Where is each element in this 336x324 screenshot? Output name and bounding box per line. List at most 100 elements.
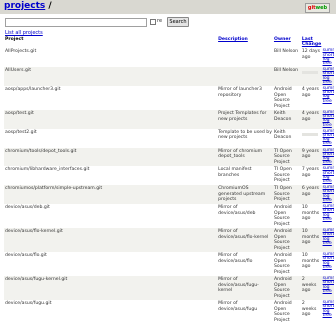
column-description-label[interactable]: Description xyxy=(218,37,248,42)
row-link-tree[interactable]: tree xyxy=(323,99,333,104)
last-change-cell: 9 years ago xyxy=(300,147,322,167)
last-change-text: 10 months ago xyxy=(301,253,320,270)
last-change-cell: 10 months ago xyxy=(300,204,322,229)
table-row[interactable]: AllProjects.git Bill Nelson 12 days ago sum… xyxy=(4,48,334,68)
last-change-cell: 10 months ago xyxy=(300,252,322,277)
row-link-tree[interactable]: tree xyxy=(323,80,333,85)
project-cell[interactable]: device/asus/flo.git xyxy=(4,252,218,277)
description-cell: Project Templates for new projects xyxy=(217,110,273,129)
row-links-cell: summaryshortloglogtree xyxy=(321,67,334,87)
project-cell[interactable]: chromiumos/platform/simple-upstream.git xyxy=(4,185,218,205)
description-cell: Mirror of device/asus/fugu xyxy=(217,300,273,324)
column-header-owner[interactable]: Owner xyxy=(273,36,301,48)
column-owner-label[interactable]: Owner xyxy=(274,37,291,42)
search-button[interactable]: Search xyxy=(167,17,189,27)
last-change-text: 2 weeks ago xyxy=(301,277,317,294)
owner-cell: Android Open Source Project xyxy=(272,86,301,111)
project-cell[interactable]: aosp/test2.git xyxy=(4,128,218,148)
row-links-cell: summaryshortloglogtree xyxy=(321,147,334,167)
project-cell[interactable]: chromium/tools/depot_tools.git xyxy=(4,147,218,167)
last-change-cell: 4 years ago xyxy=(300,86,322,111)
last-change-text: 10 months ago xyxy=(301,205,320,222)
row-link-tree[interactable]: tree xyxy=(323,142,333,147)
table-row[interactable]: device/asus/flo-kernel.git Mirror of devi… xyxy=(4,228,334,253)
row-link-tree[interactable]: tree xyxy=(323,198,333,203)
row-link-shortlog[interactable]: shortlog xyxy=(323,280,334,285)
description-cell: Local manifest branches xyxy=(217,166,273,186)
table-row[interactable]: device/asus/deb.git Mirror of device/asus… xyxy=(4,204,334,229)
logo-web-text: web xyxy=(315,5,328,11)
project-cell[interactable]: device/asus/fugu.git xyxy=(4,300,218,324)
last-change-placeholder xyxy=(301,132,318,136)
row-links-cell: summaryshortloglogtree xyxy=(321,228,334,253)
table-row[interactable]: chromium/tools/depot_tools.git Mirror of … xyxy=(4,147,334,167)
description-cell: ChromiumOS generated upstream projects xyxy=(217,185,273,205)
last-change-text: 9 years ago xyxy=(301,148,319,160)
project-cell[interactable]: chromium/libhardware_interfaces.git xyxy=(4,166,218,186)
column-header-last-change[interactable]: Last Change xyxy=(301,36,322,48)
regex-checkbox[interactable] xyxy=(150,19,156,25)
row-link-tree[interactable]: tree xyxy=(323,265,333,270)
project-cell[interactable]: aosp/test.git xyxy=(4,110,218,129)
description-cell: Mirror of device/asus/deb xyxy=(217,204,273,229)
owner-cell: TI Open Source Project xyxy=(272,185,301,205)
row-link-tree[interactable]: tree xyxy=(323,289,333,294)
column-header-links xyxy=(322,36,334,48)
project-cell[interactable]: AllUsers.git xyxy=(4,67,218,87)
row-link-tree[interactable]: tree xyxy=(323,313,333,318)
row-link-tree[interactable]: tree xyxy=(323,61,333,66)
project-cell[interactable]: aosp/apps/launcher3.git xyxy=(4,86,218,111)
last-change-cell: 10 months ago xyxy=(300,228,322,253)
row-link-tree[interactable]: tree xyxy=(323,217,333,222)
column-project-label: Project xyxy=(5,37,24,42)
project-cell[interactable]: device/asus/deb.git xyxy=(4,204,218,229)
projects-link[interactable]: projects xyxy=(4,1,45,11)
table-row[interactable]: device/asus/fugu.git Mirror of device/asu… xyxy=(4,300,334,324)
owner-cell: TI Open Source Project xyxy=(272,147,301,167)
description-cell: Mirror of device/asus/flo xyxy=(217,252,273,277)
description-cell: Mirror of device/asus/flo-kernel xyxy=(217,228,273,253)
table-row[interactable]: aosp/test.git Project Templates for new p… xyxy=(4,110,334,129)
breadcrumb: projects / xyxy=(4,1,52,11)
row-link-tree[interactable]: tree xyxy=(323,160,333,165)
project-cell[interactable]: device/asus/flo-kernel.git xyxy=(4,228,218,253)
row-links-cell: summaryshortloglogtree xyxy=(321,204,334,229)
row-link-tree[interactable]: tree xyxy=(323,179,333,184)
owner-cell: Android Open Source Project xyxy=(272,228,301,253)
table-row[interactable]: aosp/apps/launcher3.git Mirror of launche… xyxy=(4,86,334,111)
column-last-change-label[interactable]: Last Change xyxy=(302,37,321,47)
last-change-text: 6 years ago xyxy=(301,186,319,197)
column-header-description[interactable]: Description xyxy=(217,36,273,48)
row-links-cell: summaryshortloglogtree xyxy=(321,110,334,129)
table-row[interactable]: chromium/libhardware_interfaces.git Local… xyxy=(4,166,334,186)
last-change-cell: 4 years ago xyxy=(300,110,322,129)
owner-cell: Android Open Source Project xyxy=(272,252,301,277)
table-row[interactable]: aosp/test2.git Template to be used by new… xyxy=(4,128,334,148)
table-row[interactable]: AllUsers.git Bill Nelson summaryshortloglo… xyxy=(4,67,334,87)
last-change-cell xyxy=(300,128,322,148)
row-links-cell: summaryshortloglogtree xyxy=(321,86,334,111)
owner-cell: TI Open Source Project xyxy=(272,166,301,186)
projects-table: Project Description Owner Last Change Al… xyxy=(4,36,334,324)
row-link-tree[interactable]: tree xyxy=(323,123,333,128)
last-change-cell: 2 weeks ago xyxy=(300,300,322,324)
row-links-cell: summaryshortloglogtree xyxy=(321,300,334,324)
table-header-row: Project Description Owner Last Change xyxy=(4,36,334,48)
row-links-cell: summaryshortloglogtree xyxy=(321,252,334,277)
table-row[interactable]: chromiumos/platform/simple-upstream.git C… xyxy=(4,185,334,205)
row-link-shortlog[interactable]: shortlog xyxy=(323,304,334,309)
table-row[interactable]: device/asus/flo.git Mirror of device/asus… xyxy=(4,252,334,277)
last-change-cell xyxy=(300,67,322,87)
git-logo[interactable]: gitweb xyxy=(305,3,330,13)
last-change-text: 4 years ago xyxy=(301,87,319,98)
last-change-cell: 7 years ago xyxy=(300,166,322,186)
owner-cell: Bill Nelson xyxy=(272,48,301,68)
search-input[interactable] xyxy=(5,18,147,27)
logo-git-text: git xyxy=(307,5,316,11)
owner-cell: Keith Deacon xyxy=(272,110,301,129)
project-cell[interactable]: AllProjects.git xyxy=(4,48,218,68)
owner-cell: Bill Nelson xyxy=(272,67,301,87)
row-link-tree[interactable]: tree xyxy=(323,241,333,246)
last-change-cell: 6 years ago xyxy=(300,185,322,205)
row-links-cell: summaryshortloglogtree xyxy=(321,185,334,205)
